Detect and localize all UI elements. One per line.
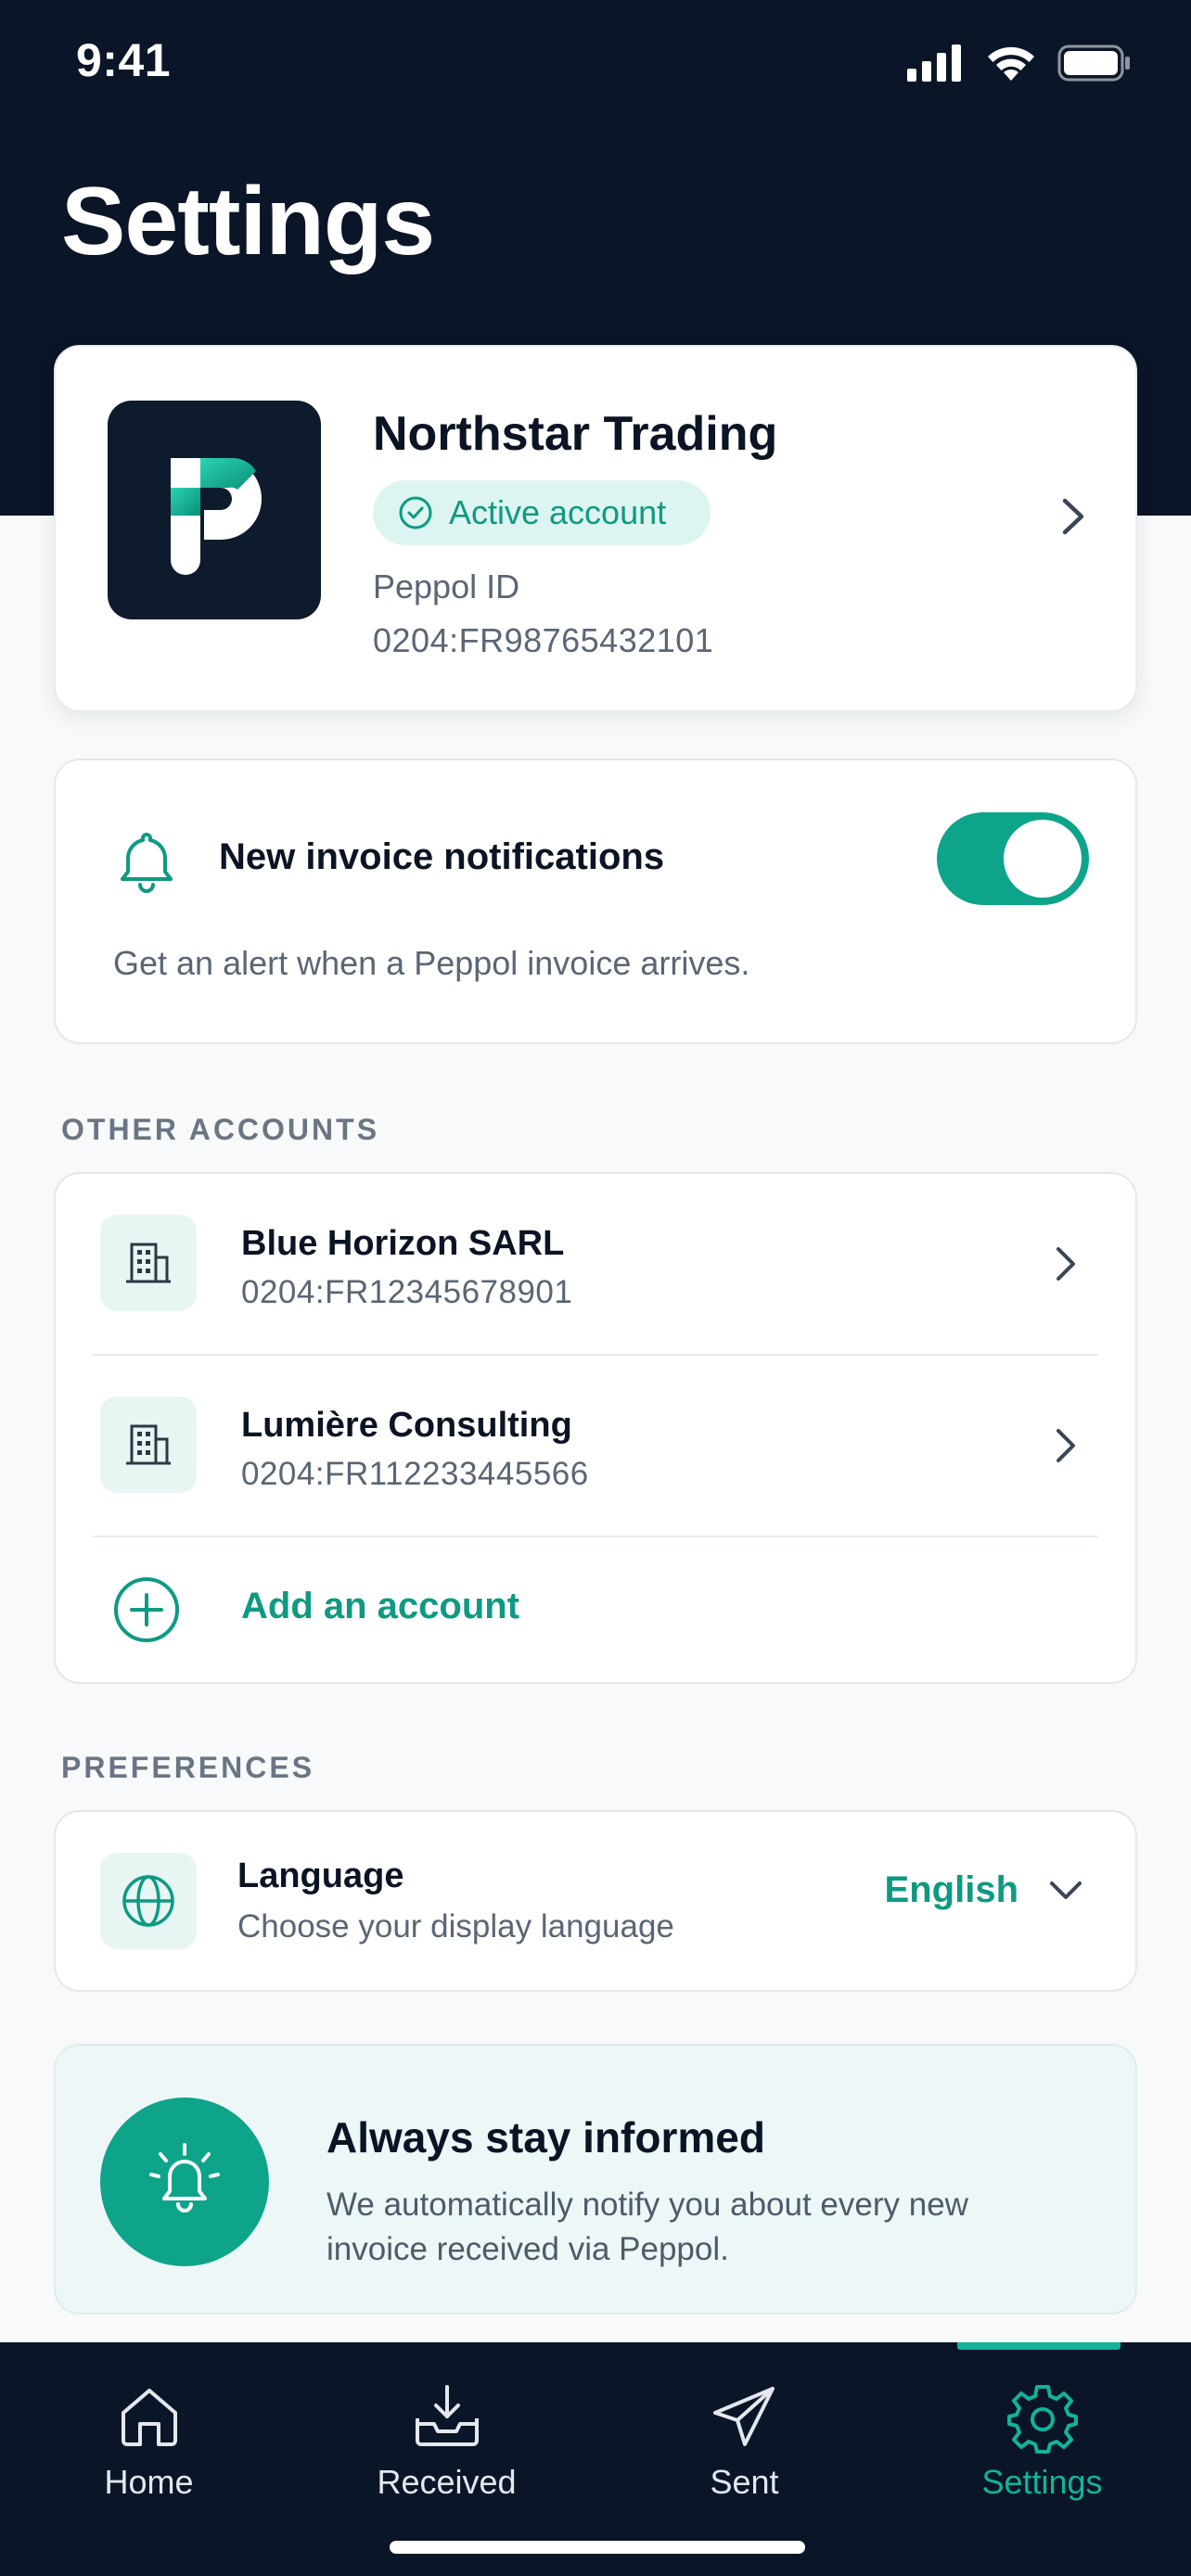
preferences-section-label: PREFERENCES	[61, 1751, 315, 1784]
cellular-signal-icon	[907, 45, 961, 82]
paper-plane-icon	[712, 2387, 775, 2446]
tab-home[interactable]: Home	[0, 2342, 298, 2528]
peppol-id-label: Peppol ID	[373, 567, 520, 606]
chevron-down-icon	[1050, 1881, 1082, 1899]
account-avatar	[100, 1396, 197, 1493]
account-name: Blue Horizon SARL	[241, 1224, 565, 1263]
language-icon-tile	[100, 1853, 197, 1949]
plus-circle-icon	[114, 1577, 179, 1642]
chevron-right-icon	[1062, 498, 1084, 535]
tab-settings[interactable]: Settings	[893, 2342, 1191, 2528]
info-title: Always stay informed	[327, 2113, 765, 2162]
account-avatar	[100, 1215, 197, 1311]
notifications-toggle[interactable]	[937, 812, 1089, 905]
notifications-title: New invoice notifications	[219, 836, 665, 877]
inbox-download-icon	[415, 2385, 479, 2446]
language-value: English	[884, 1869, 1018, 1910]
tab-sent[interactable]: Sent	[596, 2342, 893, 2528]
language-title: Language	[237, 1856, 404, 1895]
tab-label: Home	[104, 2463, 194, 2501]
notifications-description: Get an alert when a Peppol invoice arriv…	[113, 944, 750, 982]
battery-icon	[1057, 45, 1130, 82]
status-bar: 9:41	[0, 0, 1191, 121]
peppol-logo-icon	[171, 458, 262, 575]
account-logo	[108, 401, 321, 619]
info-card: Always stay informed We automatically no…	[54, 2044, 1137, 2315]
active-status-text: Active account	[449, 493, 667, 531]
home-indicator	[390, 2541, 805, 2554]
account-peppol-id: 0204:FR12345678901	[241, 1274, 573, 1310]
peppol-id-value: 0204:FR98765432101	[373, 621, 714, 659]
gear-icon	[1006, 2385, 1078, 2454]
bell-icon	[121, 833, 173, 893]
add-account-button[interactable]: Add an account	[56, 1537, 1135, 1677]
check-circle-icon	[399, 496, 432, 529]
other-accounts-card: Blue Horizon SARL 0204:FR12345678901 Lum…	[54, 1172, 1137, 1684]
info-description: We automatically notify you about every …	[327, 2187, 968, 2267]
current-account-name: Northstar Trading	[373, 407, 778, 461]
tab-label: Received	[377, 2463, 517, 2501]
wifi-icon	[988, 46, 1034, 81]
globe-icon	[122, 1875, 174, 1927]
status-icons	[907, 43, 1132, 83]
chevron-right-icon	[1057, 1247, 1075, 1281]
chevron-right-icon	[1057, 1429, 1075, 1462]
home-icon	[121, 2389, 177, 2446]
page-title: Settings	[61, 168, 435, 275]
current-account-card[interactable]: Northstar Trading Active account Peppol …	[54, 345, 1137, 712]
active-status-badge: Active account	[373, 480, 711, 545]
account-peppol-id: 0204:FR112233445566	[241, 1456, 589, 1492]
language-select[interactable]: English	[885, 1869, 1085, 1911]
building-icon	[126, 1424, 171, 1465]
account-row[interactable]: Lumière Consulting 0204:FR112233445566	[56, 1356, 1135, 1536]
tab-label: Settings	[981, 2463, 1103, 2501]
add-account-label: Add an account	[241, 1586, 520, 1626]
language-subtitle: Choose your display language	[237, 1908, 674, 1945]
language-card[interactable]: Language Choose your display language En…	[54, 1810, 1137, 1992]
account-name: Lumière Consulting	[241, 1406, 572, 1445]
account-row[interactable]: Blue Horizon SARL 0204:FR12345678901	[56, 1174, 1135, 1354]
building-icon	[126, 1243, 171, 1283]
toggle-knob	[1004, 820, 1082, 898]
bell-ringing-icon	[149, 2143, 220, 2213]
status-time: 9:41	[76, 34, 172, 86]
tab-label: Sent	[710, 2463, 779, 2501]
other-accounts-section-label: OTHER ACCOUNTS	[61, 1113, 380, 1146]
info-bell-circle	[100, 2098, 269, 2266]
tab-received[interactable]: Received	[298, 2342, 596, 2528]
notifications-card: New invoice notifications Get an alert w…	[54, 759, 1137, 1044]
